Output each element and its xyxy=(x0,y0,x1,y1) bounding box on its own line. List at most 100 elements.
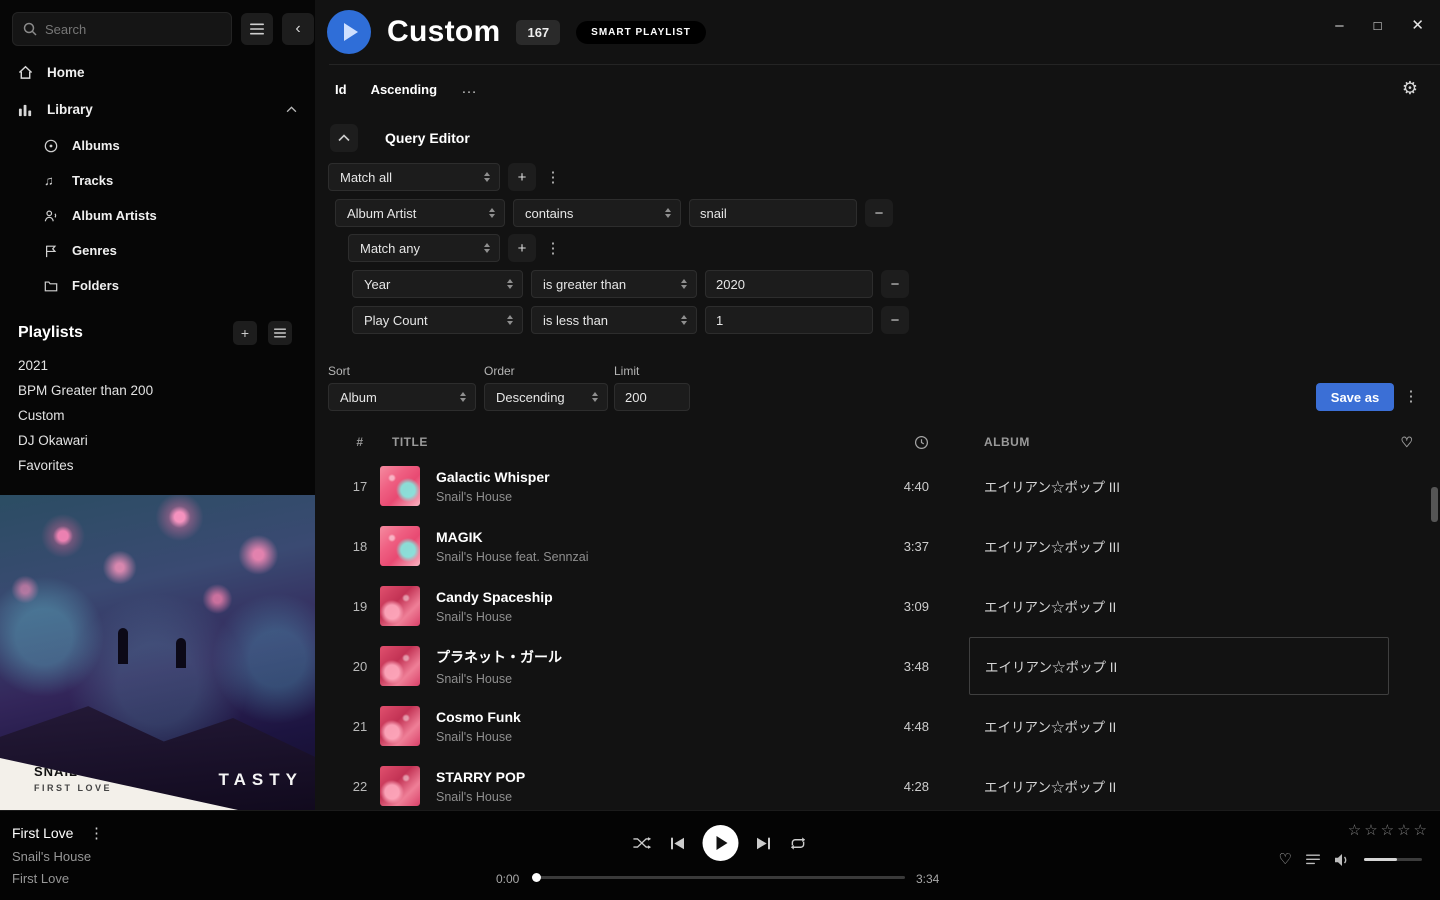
seek-bar[interactable] xyxy=(535,876,905,879)
sidebar: ‹ › Home Library Albums ♫ Tracks Alb xyxy=(0,0,315,810)
track-row[interactable]: 21 Cosmo Funk Snail's House 4:48 エイリアン☆ポ… xyxy=(315,696,1440,756)
sort-direction-button[interactable]: Ascending xyxy=(371,82,437,97)
sidebar-item-folders[interactable]: Folders xyxy=(0,268,315,303)
disc-icon xyxy=(44,139,58,153)
rule-operator-select[interactable]: is greater than xyxy=(531,270,697,298)
settings-button[interactable]: ⚙ xyxy=(1402,78,1418,99)
window-controls: – □ ✕ xyxy=(1335,18,1424,33)
sort-field-button[interactable]: Id xyxy=(335,82,347,97)
star-4-button[interactable]: ☆ xyxy=(1397,823,1410,838)
star-3-button[interactable]: ☆ xyxy=(1381,823,1394,838)
play-icon xyxy=(717,836,728,850)
favorite-button[interactable]: ♡ xyxy=(1279,852,1292,867)
previous-track-button[interactable] xyxy=(671,837,685,850)
select-arrows-icon xyxy=(592,392,598,402)
maximize-button[interactable]: □ xyxy=(1374,19,1382,32)
now-playing-menu-button[interactable]: ⋮ xyxy=(87,824,105,842)
playlist-item-dj-okawari[interactable]: DJ Okawari xyxy=(0,428,315,453)
select-arrows-icon xyxy=(489,208,495,218)
sidebar-item-tracks[interactable]: ♫ Tracks xyxy=(0,163,315,198)
remove-rule-button[interactable]: − xyxy=(881,270,909,298)
tracks-label: Tracks xyxy=(72,173,113,188)
add-playlist-button[interactable]: + xyxy=(233,321,257,345)
track-row[interactable]: 19 Candy Spaceship Snail's House 3:09 エイ… xyxy=(315,576,1440,636)
star-5-button[interactable]: ☆ xyxy=(1414,823,1427,838)
menu-button[interactable] xyxy=(241,13,273,45)
playlist-item-custom[interactable]: Custom xyxy=(0,403,315,428)
match-type-select[interactable]: Match all xyxy=(328,163,500,191)
track-album[interactable]: エイリアン☆ポップ III xyxy=(969,476,1389,496)
playlist-item-bpm[interactable]: BPM Greater than 200 xyxy=(0,378,315,403)
track-row[interactable]: 20 プラネット・ガール Snail's House 3:48 エイリアン☆ポッ… xyxy=(315,636,1440,696)
volume-slider[interactable] xyxy=(1364,858,1422,861)
sort-select[interactable]: Album xyxy=(328,383,476,411)
group-menu-button[interactable]: ⋮ xyxy=(544,239,562,257)
rule-field-select[interactable]: Play Count xyxy=(352,306,523,334)
match-type-select[interactable]: Match any xyxy=(348,234,500,262)
column-title[interactable]: TITLE xyxy=(392,435,825,449)
playlist-item-2021[interactable]: 2021 xyxy=(0,353,315,378)
select-arrows-icon xyxy=(507,315,513,325)
minus-icon: − xyxy=(875,205,884,222)
scrollbar-thumb[interactable] xyxy=(1431,487,1438,522)
shuffle-button[interactable] xyxy=(633,836,653,850)
minimize-button[interactable]: – xyxy=(1335,18,1343,33)
search-box[interactable] xyxy=(12,12,232,46)
rule-value-input[interactable] xyxy=(705,270,873,298)
sidebar-item-home[interactable]: Home xyxy=(0,54,315,91)
column-album[interactable]: ALBUM xyxy=(969,435,1389,449)
column-duration[interactable] xyxy=(825,435,929,450)
nav-back-button[interactable]: ‹ xyxy=(282,13,314,45)
more-options-button[interactable]: … xyxy=(461,80,479,98)
next-track-button[interactable] xyxy=(757,837,771,850)
track-album[interactable]: エイリアン☆ポップ III xyxy=(969,536,1389,556)
queue-button[interactable] xyxy=(1306,854,1320,865)
playlist-list-view-button[interactable] xyxy=(268,321,292,345)
column-favorite[interactable]: ♡ xyxy=(1389,434,1425,451)
rule-value-input[interactable] xyxy=(705,306,873,334)
add-rule-button[interactable]: + xyxy=(508,234,536,262)
track-row[interactable]: 22 STARRY POP Snail's House 4:28 エイリアン☆ポ… xyxy=(315,756,1440,810)
order-select[interactable]: Descending xyxy=(484,383,608,411)
track-album[interactable]: エイリアン☆ポップ II xyxy=(969,596,1389,616)
save-as-button[interactable]: Save as xyxy=(1316,383,1394,411)
close-button[interactable]: ✕ xyxy=(1411,18,1424,33)
play-playlist-button[interactable] xyxy=(327,10,371,54)
star-2-button[interactable]: ☆ xyxy=(1364,823,1377,838)
track-list: 17 Galactic Whisper Snail's House 4:40 エ… xyxy=(315,456,1440,810)
column-number[interactable]: # xyxy=(340,435,380,449)
sidebar-item-album-artists[interactable]: Album Artists xyxy=(0,198,315,233)
volume-button[interactable] xyxy=(1334,853,1350,867)
limit-input[interactable] xyxy=(614,383,690,411)
group-menu-button[interactable]: ⋮ xyxy=(544,168,562,186)
remove-rule-button[interactable]: − xyxy=(865,199,893,227)
track-album[interactable]: エイリアン☆ポップ II xyxy=(969,776,1389,796)
rule-field-select[interactable]: Album Artist xyxy=(335,199,505,227)
order-value: Descending xyxy=(496,390,565,405)
track-album-focused[interactable]: エイリアン☆ポップ II xyxy=(969,637,1389,695)
rule-field-select[interactable]: Year xyxy=(352,270,523,298)
repeat-button[interactable] xyxy=(789,836,808,851)
rule-operator-select[interactable]: contains xyxy=(513,199,681,227)
search-input[interactable] xyxy=(45,22,221,37)
seek-handle[interactable] xyxy=(532,873,541,882)
collapse-query-editor-button[interactable] xyxy=(330,124,358,152)
rule-value-input[interactable] xyxy=(689,199,857,227)
track-row[interactable]: 18 MAGIK Snail's House feat. Sennzai 3:3… xyxy=(315,516,1440,576)
now-playing-artwork[interactable]: SNAIL'S HOUSE FIRST LOVE TASTY xyxy=(0,495,315,810)
sidebar-toolbar: ‹ › xyxy=(0,0,315,54)
star-1-button[interactable]: ☆ xyxy=(1348,823,1361,838)
sidebar-item-albums[interactable]: Albums xyxy=(0,128,315,163)
track-row[interactable]: 17 Galactic Whisper Snail's House 4:40 エ… xyxy=(315,456,1440,516)
sidebar-item-genres[interactable]: Genres xyxy=(0,233,315,268)
rule-operator-select[interactable]: is less than xyxy=(531,306,697,334)
add-rule-button[interactable]: + xyxy=(508,163,536,191)
play-pause-button[interactable] xyxy=(703,825,739,861)
sidebar-item-library[interactable]: Library xyxy=(0,91,315,128)
header-divider xyxy=(329,64,1440,65)
query-rule-2: Year is greater than − xyxy=(352,270,909,298)
remove-rule-button[interactable]: − xyxy=(881,306,909,334)
query-menu-button[interactable]: ⋮ xyxy=(1402,387,1420,405)
track-album[interactable]: エイリアン☆ポップ II xyxy=(969,716,1389,736)
playlist-item-favorites[interactable]: Favorites xyxy=(0,453,315,478)
